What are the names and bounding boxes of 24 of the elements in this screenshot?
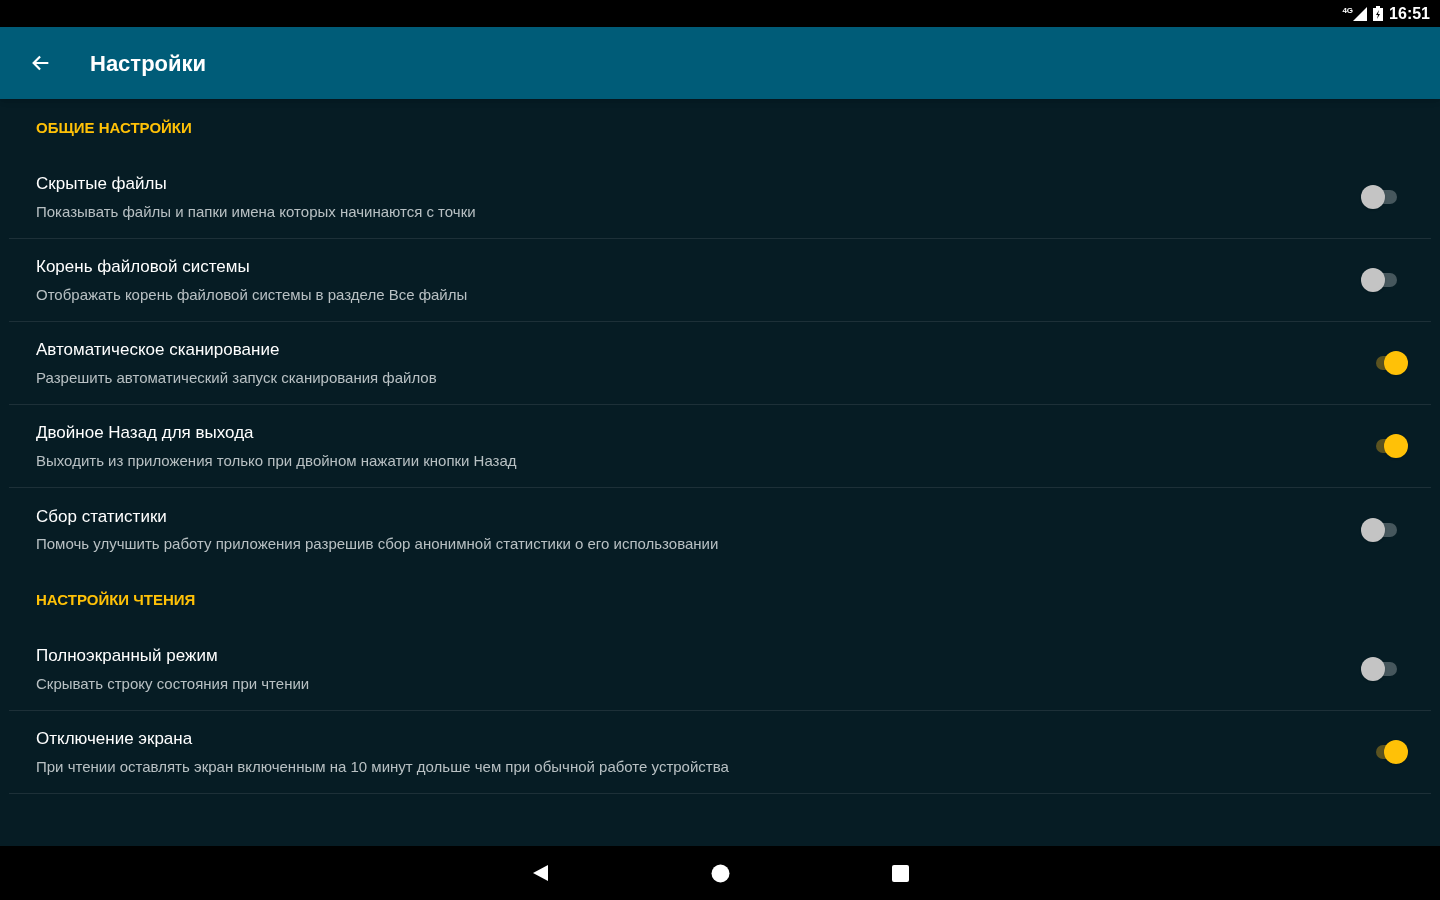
- setting-summary: Показывать файлы и папки имена которых начинаются с точки: [36, 201, 477, 222]
- setting-title: Полноэкранный режим: [36, 645, 219, 667]
- signal-icon: [1353, 6, 1368, 21]
- clock: 16:51: [1389, 3, 1430, 24]
- setting-summary: При чтении оставлять экран включенным на 10 минут дольше чем при обычной работе устройства: [36, 756, 730, 777]
- square-icon: [891, 864, 909, 882]
- triangle-icon: [531, 864, 549, 882]
- setting-title: Скрытые файлы: [36, 173, 168, 195]
- circle-icon: [710, 863, 730, 883]
- setting-summary: Выходить из приложения только при двойном нажатии кнопки Назад: [36, 450, 518, 471]
- section-header: ОБЩИЕ НАСТРОЙКИ: [36, 118, 192, 139]
- setting-title: Корень файловой системы: [36, 256, 251, 278]
- setting-summary: Разрешить автоматический запуск сканирования файлов: [36, 367, 438, 388]
- setting-summary: Помочь улучшить работу приложения разрешив сбор анонимной статистики о его использовании: [36, 534, 720, 554]
- section-header: НАСТРОЙКИ ЧТЕНИЯ: [36, 590, 196, 611]
- setting-title: Автоматическое сканирование: [36, 339, 281, 361]
- setting-title: Отключение экрана: [36, 728, 194, 750]
- setting-title: Сбор статистики: [36, 505, 168, 528]
- network-type: 4G: [1342, 5, 1354, 17]
- screen-title: Настройки: [90, 49, 207, 78]
- setting-summary: Отображать корень файловой системы в разделе Все файлы: [36, 284, 469, 305]
- battery-icon: [1373, 6, 1384, 21]
- setting-summary: Скрывать строку состояния при чтении: [36, 673, 311, 694]
- setting-title: Двойное Назад для выхода: [36, 422, 255, 444]
